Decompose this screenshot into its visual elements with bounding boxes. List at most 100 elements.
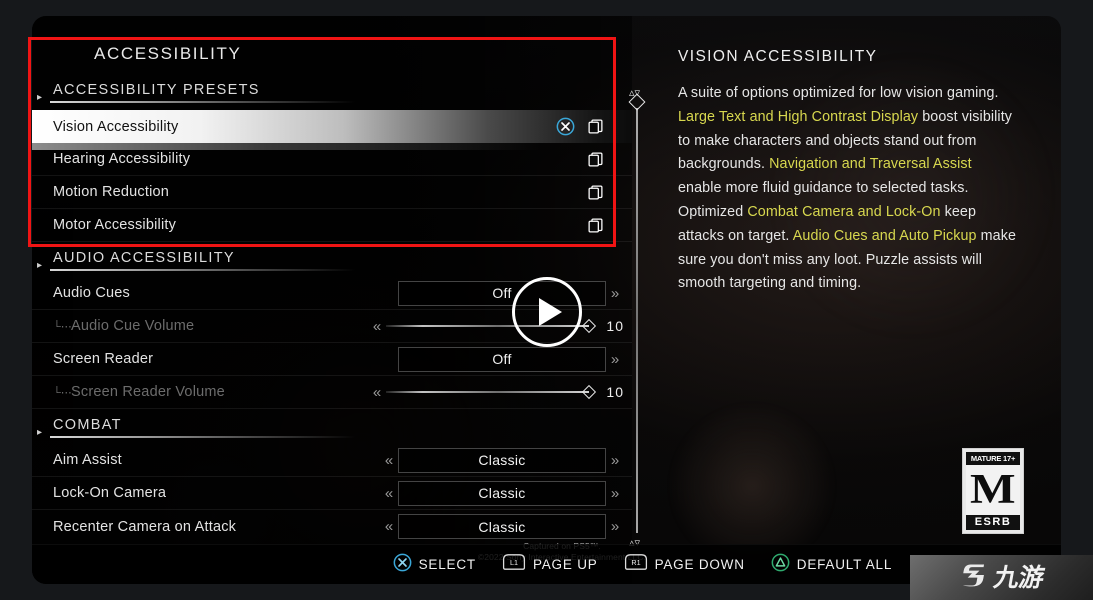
esrb-rating-badge: MATURE 17+ M ESRB	[962, 448, 1024, 534]
detail-description: A suite of options optimized for low vis…	[678, 82, 1018, 296]
watermark-text: 九游	[991, 562, 1047, 592]
watermark-logo-icon	[956, 561, 990, 594]
scrollbar-track	[636, 108, 638, 533]
play-icon[interactable]	[512, 277, 582, 347]
screenshot-root: ACCESSIBILITY ACCESSIBILITY PRESETS ▸ Vi…	[0, 0, 1093, 600]
site-watermark: 九游	[910, 555, 1093, 600]
prompt-label: DEFAULT ALL	[796, 557, 893, 572]
cross-button-icon	[393, 553, 412, 577]
list-item-label: Hearing Accessibility	[53, 151, 191, 167]
option-value-lock-on-camera[interactable]: Classic	[398, 480, 606, 506]
detail-panel: VISION ACCESSIBILITY A suite of options …	[678, 48, 1018, 296]
preset-list: Vision Accessibility Hearing Accessibili…	[32, 110, 632, 242]
section-marker-icon: ▸	[37, 92, 43, 103]
pages-icon[interactable]	[587, 184, 604, 201]
section-label: AUDIO ACCESSIBILITY	[53, 250, 235, 266]
triangle-button-icon	[771, 553, 790, 577]
setting-label: Audio Cues	[53, 285, 130, 301]
section-rule	[50, 269, 355, 271]
slider-track	[386, 391, 589, 393]
list-item-motion-reduction[interactable]: Motion Reduction	[32, 176, 632, 209]
setting-row-aim-assist[interactable]: Aim Assist « Classic »	[32, 444, 632, 477]
section-label: COMBAT	[53, 417, 122, 433]
setting-label: Screen Reader Volume	[71, 384, 225, 400]
option-value-recenter-camera[interactable]: Classic	[398, 514, 606, 539]
setting-control: « Off »	[380, 346, 632, 372]
page-title: ACCESSIBILITY	[94, 44, 242, 63]
setting-row-recenter-camera-on-attack[interactable]: Recenter Camera on Attack « Classic »	[32, 510, 632, 543]
prompt-default-all[interactable]: DEFAULT ALL	[771, 553, 892, 577]
list-item-label: Motion Reduction	[53, 184, 170, 200]
decrement-arrow-icon[interactable]: «	[380, 486, 398, 501]
sub-item-indent-icon: └⋯	[53, 386, 72, 399]
option-value-screen-reader[interactable]: Off	[398, 346, 606, 372]
section-marker-icon: ▸	[37, 427, 43, 438]
prompt-label: PAGE DOWN	[654, 557, 745, 572]
list-item-label: Vision Accessibility	[53, 118, 179, 135]
l1-shoulder-button-icon: L1	[502, 553, 526, 576]
decrement-arrow-icon[interactable]: «	[380, 453, 398, 468]
setting-row-lock-on-camera[interactable]: Lock-On Camera « Classic »	[32, 477, 632, 510]
increment-arrow-icon[interactable]: »	[606, 352, 624, 367]
setting-label: Recenter Camera on Attack	[53, 518, 237, 535]
prompt-label: SELECT	[418, 557, 476, 572]
pages-icon[interactable]	[587, 118, 604, 135]
increment-arrow-icon[interactable]: »	[606, 486, 624, 501]
list-item-vision-accessibility[interactable]: Vision Accessibility	[32, 110, 632, 150]
decrement-arrow-icon[interactable]: «	[368, 319, 386, 334]
increment-arrow-icon[interactable]: »	[606, 519, 624, 534]
prompt-select[interactable]: SELECT	[393, 553, 476, 577]
list-item-hearing-accessibility[interactable]: Hearing Accessibility	[32, 143, 632, 176]
detail-highlight-term: Large Text and High Contrast Display	[678, 108, 919, 125]
slider-value: 10	[606, 318, 624, 334]
section-rule	[50, 436, 355, 438]
prompt-page-down[interactable]: R1 PAGE DOWN	[624, 553, 745, 576]
detail-highlight-term: Navigation and Traversal Assist	[769, 156, 972, 173]
section-header-combat: COMBAT ▸	[32, 417, 632, 438]
row-icons	[556, 117, 632, 136]
section-header-presets: ACCESSIBILITY PRESETS ▸	[32, 82, 632, 103]
increment-arrow-icon[interactable]: »	[606, 453, 624, 468]
setting-control: « Classic »	[380, 514, 632, 539]
slider-screen-reader-volume[interactable]	[386, 384, 597, 400]
cross-button-icon[interactable]	[556, 117, 575, 136]
setting-label: Aim Assist	[53, 452, 122, 468]
combat-settings-list: Aim Assist « Classic » Lock-On Camera « …	[32, 444, 632, 543]
setting-control: « 10	[368, 318, 632, 334]
play-triangle	[538, 298, 562, 326]
setting-label: Lock-On Camera	[53, 485, 167, 501]
prompt-label: PAGE UP	[532, 557, 598, 572]
scrollbar[interactable]: ▵▿ ▵▿	[626, 86, 648, 556]
esrb-rating-label: MATURE 17+	[966, 452, 1020, 465]
setting-control: « 10	[368, 384, 632, 400]
sub-item-indent-icon: └⋯	[53, 320, 72, 333]
setting-control: « Classic »	[380, 480, 632, 506]
list-item-motor-accessibility[interactable]: Motor Accessibility	[32, 209, 632, 242]
detail-text: A suite of options optimized for low vis…	[678, 85, 999, 101]
r1-shoulder-button-icon: R1	[624, 553, 648, 576]
controller-prompt-bar: SELECT L1 PAGE UP R1 PAGE DOWN DEFAULT A…	[32, 544, 1061, 584]
setting-row-screen-reader[interactable]: Screen Reader « Off »	[32, 343, 632, 376]
detail-highlight-term: Combat Camera and Lock-On	[747, 203, 941, 220]
setting-row-screen-reader-volume[interactable]: └⋯ Screen Reader Volume « 10	[32, 376, 632, 409]
svg-text:R1: R1	[631, 558, 640, 567]
decrement-arrow-icon[interactable]: «	[380, 519, 398, 534]
section-rule	[50, 101, 355, 103]
esrb-org-label: ESRB	[966, 515, 1020, 530]
increment-arrow-icon[interactable]: »	[606, 286, 624, 301]
decrement-arrow-icon[interactable]: «	[368, 385, 386, 400]
esrb-letter: M	[970, 467, 1016, 513]
slider-value: 10	[606, 384, 624, 400]
section-marker-icon: ▸	[37, 260, 43, 271]
esrb-letter-area: M	[966, 465, 1020, 515]
setting-label: Screen Reader	[53, 351, 154, 367]
pages-icon[interactable]	[587, 151, 604, 168]
detail-title: VISION ACCESSIBILITY	[678, 48, 878, 65]
svg-text:L1: L1	[510, 558, 518, 567]
pages-icon[interactable]	[587, 217, 604, 234]
setting-control: « Classic »	[380, 447, 632, 473]
section-label: ACCESSIBILITY PRESETS	[53, 82, 260, 98]
section-header-audio: AUDIO ACCESSIBILITY ▸	[32, 250, 632, 271]
prompt-page-up[interactable]: L1 PAGE UP	[502, 553, 598, 576]
option-value-aim-assist[interactable]: Classic	[398, 447, 606, 473]
